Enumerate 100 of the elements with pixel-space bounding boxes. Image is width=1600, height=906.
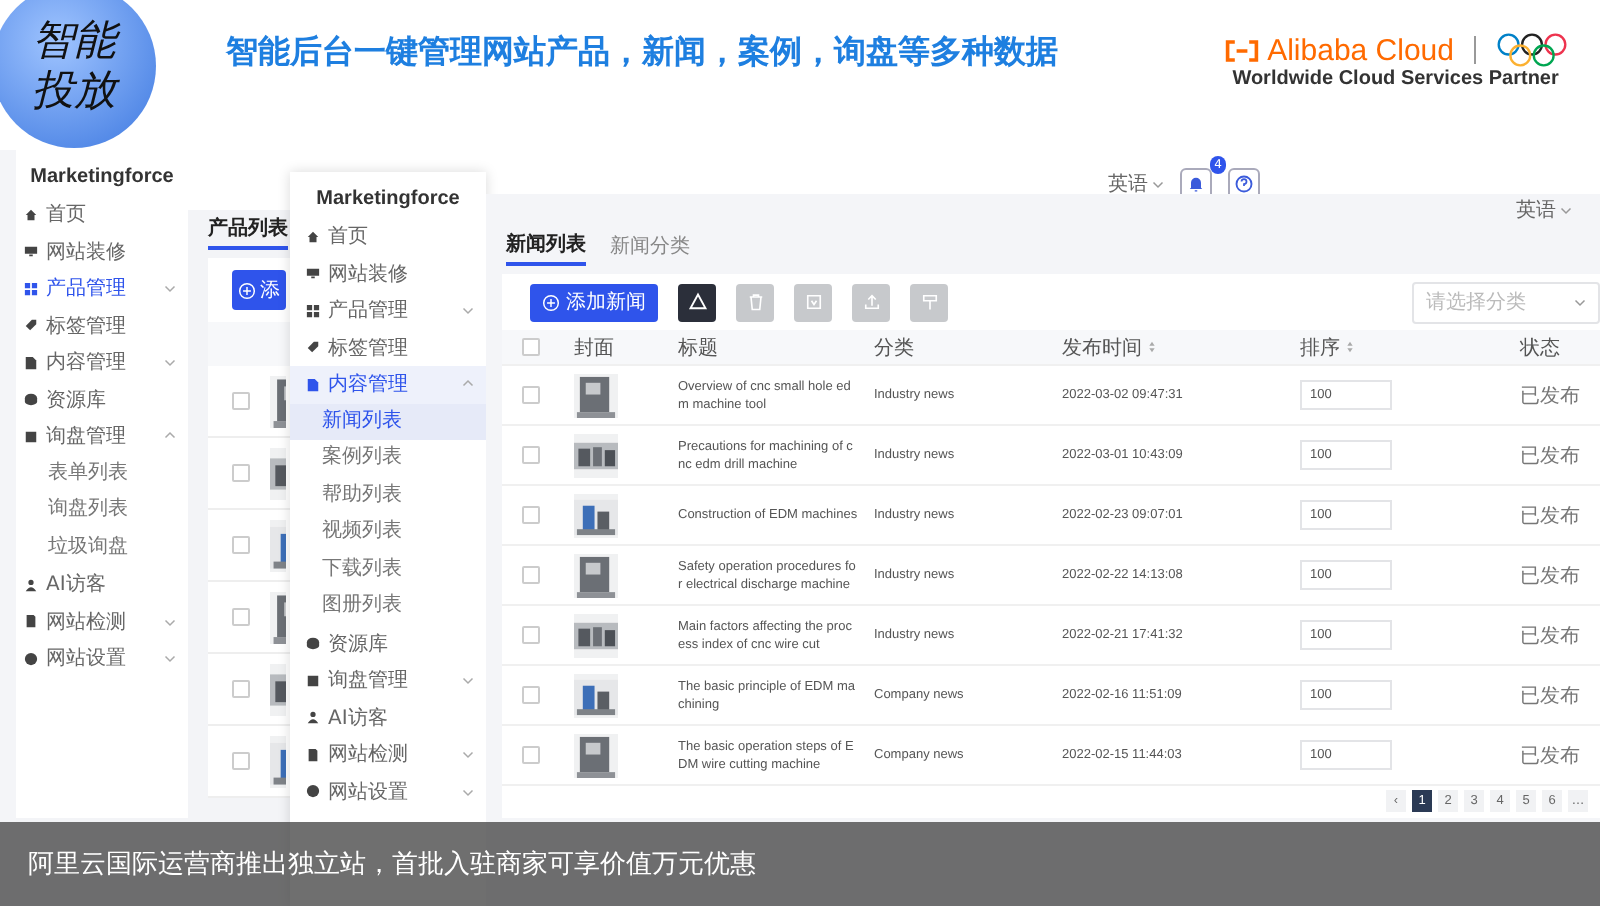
sort-icon (1346, 340, 1354, 354)
checkbox[interactable] (232, 536, 250, 554)
chevron-icon (462, 304, 474, 317)
status-text: 已发布 (1520, 683, 1580, 709)
nav-item[interactable]: 产品管理 (290, 292, 486, 329)
checkbox[interactable] (522, 506, 540, 524)
chevron-icon (164, 615, 176, 628)
checkbox[interactable] (232, 392, 250, 410)
column-header[interactable]: 状态 (1520, 333, 1560, 361)
chevron-icon (462, 748, 474, 761)
trash-icon (745, 292, 765, 312)
nav-item[interactable]: AI访客 (290, 699, 486, 736)
chevron-icon (164, 356, 176, 369)
tab[interactable]: 新闻列表 (506, 230, 586, 266)
tag-icon (24, 318, 38, 333)
language-select[interactable]: 英语 (1108, 170, 1164, 198)
nav-subitem[interactable]: 垃圾询盘 (16, 529, 188, 566)
status-text: 已发布 (1520, 443, 1580, 469)
download-icon (919, 292, 939, 312)
nav-item[interactable]: AI访客 (16, 566, 188, 603)
column-header[interactable]: 发布时间 (1062, 333, 1156, 361)
nav-subitem[interactable]: 图册列表 (290, 588, 486, 625)
badge-text: 智能 (32, 16, 116, 66)
column-header[interactable]: 排序 (1300, 333, 1354, 361)
chevron-icon (164, 282, 176, 295)
nav-item[interactable]: 网站检测 (290, 736, 486, 773)
person-icon (306, 710, 320, 725)
caption-text: 阿里云国际运营商推出独立站，首批入驻商家可享价值万元优惠 (28, 848, 756, 882)
checkbox[interactable] (232, 752, 250, 770)
checkbox[interactable] (522, 746, 540, 764)
toolbar-button[interactable] (678, 283, 716, 321)
nav-item[interactable]: 网站装修 (290, 255, 486, 292)
nav-item[interactable]: 网站检测 (16, 603, 188, 640)
plus-icon (542, 293, 560, 311)
logo: Marketingforce (28, 164, 176, 192)
nav-item[interactable]: 内容管理 (16, 344, 188, 381)
checkbox[interactable] (232, 680, 250, 698)
status-text: 已发布 (1520, 383, 1580, 409)
plus-icon (238, 281, 256, 299)
nav-item[interactable]: 网站装修 (16, 233, 188, 270)
add-button[interactable]: 添 (232, 270, 286, 310)
nav-subitem[interactable]: 视频列表 (290, 514, 486, 551)
monitor-icon (306, 266, 320, 281)
nav-subitem[interactable]: 表单列表 (16, 455, 188, 492)
status-text: 已发布 (1520, 623, 1580, 649)
checkbox[interactable] (522, 338, 540, 356)
headline: 智能后台一键管理网站产品，新闻，案例，询盘等多种数据 (226, 32, 1058, 74)
language-select[interactable]: 英语 (1516, 196, 1572, 224)
tag-icon (306, 340, 320, 355)
chevron-icon (1152, 178, 1164, 190)
checkbox[interactable] (522, 566, 540, 584)
logo: Marketingforce (314, 186, 462, 214)
home-icon (24, 207, 38, 222)
brand-name: Alibaba Cloud (1267, 33, 1454, 67)
column-header[interactable]: 分类 (874, 333, 914, 361)
nav-item[interactable]: 资源库 (290, 625, 486, 662)
status-text: 已发布 (1520, 503, 1580, 529)
nav-item[interactable]: 产品管理 (16, 270, 188, 307)
box-icon (803, 292, 823, 312)
column-header[interactable]: 封面 (574, 333, 614, 361)
tab[interactable]: 新闻分类 (610, 232, 690, 264)
nav-item[interactable]: 询盘管理 (16, 418, 188, 455)
nav-item[interactable]: 询盘管理 (290, 662, 486, 699)
nav-item[interactable]: 首页 (290, 218, 486, 255)
chevron-icon (1574, 296, 1586, 308)
nav-subitem[interactable]: 新闻列表 (290, 403, 486, 440)
add-news-button[interactable]: 添加新闻 (530, 283, 658, 321)
checkbox[interactable] (522, 386, 540, 404)
checkbox[interactable] (522, 446, 540, 464)
nav-subitem[interactable]: 询盘列表 (16, 492, 188, 529)
nav-subitem[interactable]: 下载列表 (290, 551, 486, 588)
checkbox[interactable] (522, 686, 540, 704)
nav-item[interactable]: 标签管理 (290, 329, 486, 366)
chevron-icon (164, 652, 176, 665)
file-icon (24, 614, 38, 629)
nav-item[interactable]: 标签管理 (16, 307, 188, 344)
nav-subitem[interactable]: 案例列表 (290, 440, 486, 477)
nav-item[interactable]: 内容管理 (290, 366, 486, 403)
status-text: 已发布 (1520, 743, 1580, 769)
nav-item[interactable]: 网站设置 (290, 773, 486, 810)
status-text: 已发布 (1520, 563, 1580, 589)
nav-item[interactable]: 网站设置 (16, 640, 188, 677)
nav-item[interactable]: 首页 (16, 196, 188, 233)
chevron-icon (462, 378, 474, 391)
upload-icon (861, 292, 881, 312)
document-icon (306, 377, 320, 392)
chevron-icon (462, 674, 474, 687)
checkbox[interactable] (522, 626, 540, 644)
checkbox[interactable] (232, 464, 250, 482)
partner-tagline: Worldwide Cloud Services Partner (1232, 68, 1559, 90)
nav-item[interactable]: 资源库 (16, 381, 188, 418)
sort-icon (1148, 340, 1156, 354)
grid-icon (306, 303, 320, 318)
column-header[interactable]: 标题 (678, 333, 718, 361)
checkbox[interactable] (232, 608, 250, 626)
monitor-icon (24, 244, 38, 259)
badge-text: 投放 (32, 66, 116, 116)
chevron-icon (164, 430, 176, 443)
nav-subitem[interactable]: 帮助列表 (290, 477, 486, 514)
triangle-icon (687, 292, 707, 312)
